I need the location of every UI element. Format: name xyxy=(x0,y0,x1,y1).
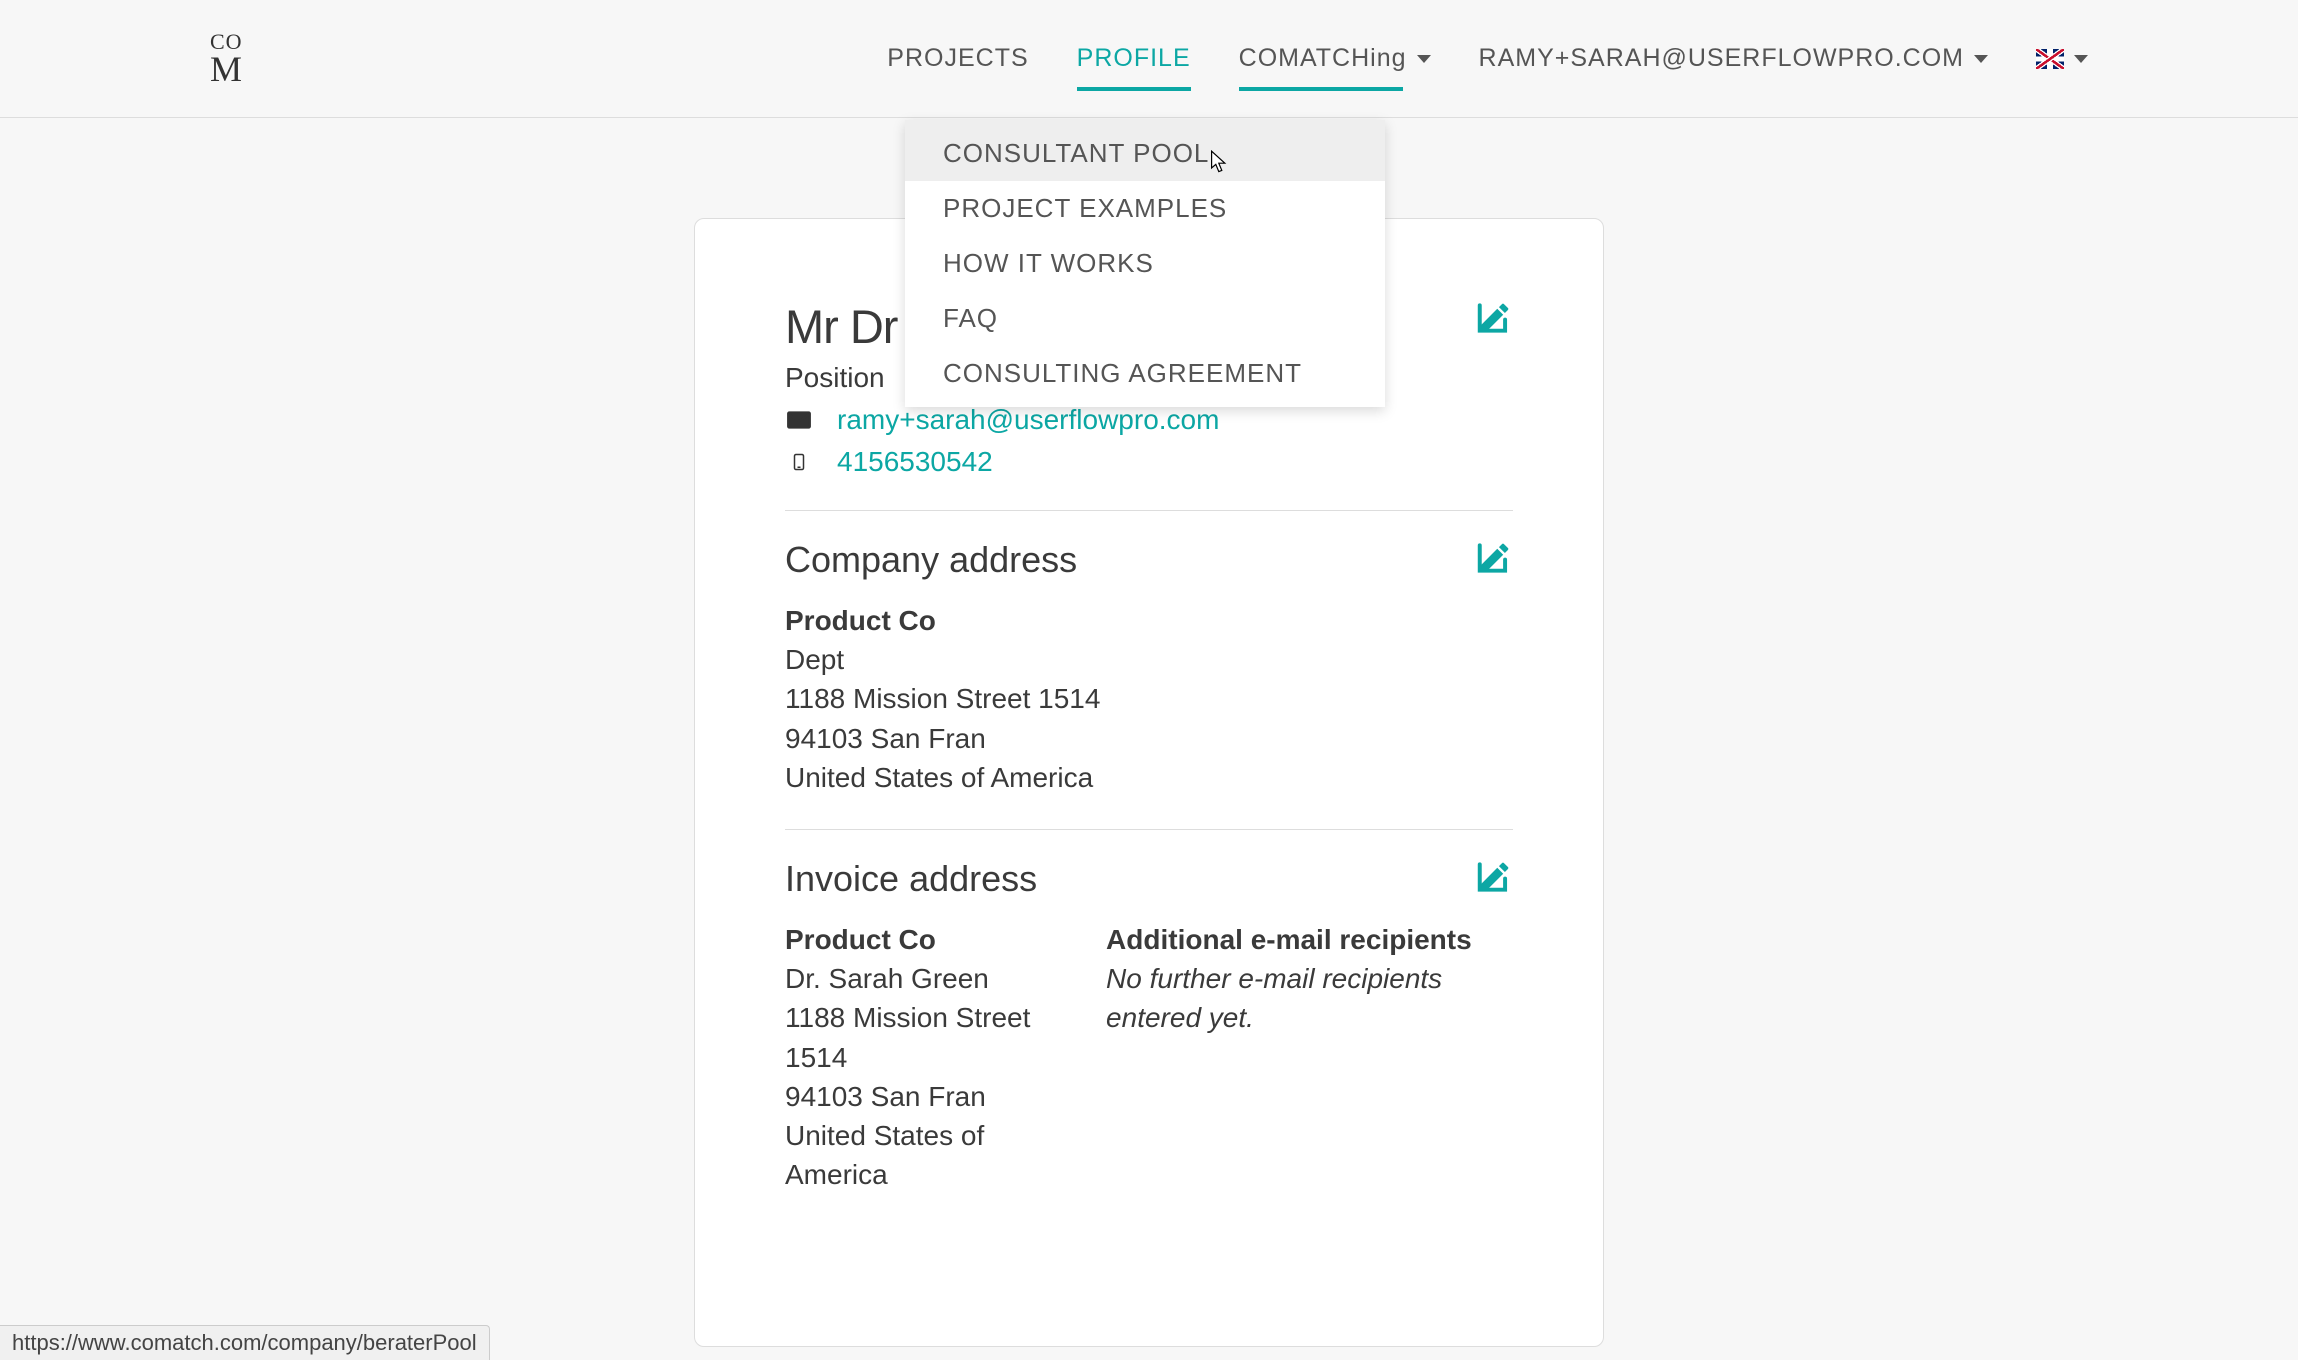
company-name: Product Co xyxy=(785,601,1513,640)
caret-down-icon xyxy=(1974,55,1988,63)
profile-email-row: ramy+sarah@userflowpro.com xyxy=(785,404,1219,436)
nav-profile[interactable]: PROFILE xyxy=(1077,4,1191,113)
invoice-address-block: Product Co Dr. Sarah Green 1188 Mission … xyxy=(785,920,1046,1194)
invoice-recipients-label: Additional e-mail recipients xyxy=(1106,920,1513,959)
invoice-address-header: Invoice address xyxy=(785,858,1513,900)
nav-user-menu[interactable]: RAMY+SARAH@USERFLOWPRO.COM xyxy=(1479,4,1988,113)
edit-icon[interactable] xyxy=(1475,299,1513,337)
invoice-country: United States of America xyxy=(785,1116,1046,1194)
company-street: 1188 Mission Street 1514 xyxy=(785,679,1513,718)
nav-profile-label: PROFILE xyxy=(1077,44,1191,73)
invoice-contact: Dr. Sarah Green xyxy=(785,959,1046,998)
caret-down-icon xyxy=(1417,55,1431,63)
browser-status-bar: https://www.comatch.com/company/beraterP… xyxy=(0,1325,490,1360)
company-address-header: Company address xyxy=(785,539,1513,581)
company-address-section: Company address Product Co Dept 1188 Mis… xyxy=(785,510,1513,829)
top-nav-bar: CO M PROJECTS PROFILE COMATCHing RAMY+SA… xyxy=(0,0,2298,118)
main-nav: PROJECTS PROFILE COMATCHing RAMY+SARAH@U… xyxy=(887,4,2088,113)
invoice-city-zip: 94103 San Fran xyxy=(785,1077,1046,1116)
envelope-icon xyxy=(785,407,813,433)
mobile-phone-icon xyxy=(785,449,813,475)
nav-comatching[interactable]: COMATCHing xyxy=(1239,4,1431,113)
nav-projects[interactable]: PROJECTS xyxy=(887,4,1028,113)
company-address-block: Product Co Dept 1188 Mission Street 1514… xyxy=(785,601,1513,797)
nav-user-email: RAMY+SARAH@USERFLOWPRO.COM xyxy=(1479,44,1964,73)
company-address-title: Company address xyxy=(785,539,1077,581)
status-url: https://www.comatch.com/company/beraterP… xyxy=(12,1330,477,1355)
invoice-recipients-block: Additional e-mail recipients No further … xyxy=(1106,920,1513,1194)
logo-bottom: M xyxy=(210,51,243,87)
dropdown-item-label: FAQ xyxy=(943,303,998,333)
company-country: United States of America xyxy=(785,758,1513,797)
dropdown-item-label: CONSULTANT POOL xyxy=(943,138,1209,168)
dropdown-project-examples[interactable]: PROJECT EXAMPLES xyxy=(905,181,1385,236)
dropdown-item-label: HOW IT WORKS xyxy=(943,248,1154,278)
dropdown-item-label: CONSULTING AGREEMENT xyxy=(943,358,1302,388)
invoice-address-section: Invoice address Product Co Dr. Sarah Gre… xyxy=(785,829,1513,1226)
caret-down-icon xyxy=(2074,55,2088,63)
dropdown-faq[interactable]: FAQ xyxy=(905,291,1385,346)
comatching-dropdown: CONSULTANT POOL PROJECT EXAMPLES HOW IT … xyxy=(905,120,1385,407)
company-dept: Dept xyxy=(785,640,1513,679)
invoice-street: 1188 Mission Street 1514 xyxy=(785,998,1046,1076)
nav-projects-label: PROJECTS xyxy=(887,44,1028,73)
dropdown-how-it-works[interactable]: HOW IT WORKS xyxy=(905,236,1385,291)
profile-phone-row: 4156530542 xyxy=(785,446,1219,478)
dropdown-consultant-pool[interactable]: CONSULTANT POOL xyxy=(905,120,1385,181)
company-city-zip: 94103 San Fran xyxy=(785,719,1513,758)
uk-flag-icon xyxy=(2036,49,2064,69)
invoice-company: Product Co xyxy=(785,920,1046,959)
profile-email-link[interactable]: ramy+sarah@userflowpro.com xyxy=(837,404,1219,436)
nav-comatching-label: COMATCHing xyxy=(1239,44,1407,73)
dropdown-consulting-agreement[interactable]: CONSULTING AGREEMENT xyxy=(905,346,1385,407)
nav-language[interactable] xyxy=(2036,9,2088,109)
edit-icon[interactable] xyxy=(1475,858,1513,896)
logo[interactable]: CO M xyxy=(210,31,243,87)
edit-icon[interactable] xyxy=(1475,539,1513,577)
profile-phone-link[interactable]: 4156530542 xyxy=(837,446,993,478)
invoice-columns: Product Co Dr. Sarah Green 1188 Mission … xyxy=(785,920,1513,1194)
invoice-recipients-empty: No further e-mail recipients entered yet… xyxy=(1106,959,1513,1037)
dropdown-item-label: PROJECT EXAMPLES xyxy=(943,193,1227,223)
invoice-address-title: Invoice address xyxy=(785,858,1037,900)
